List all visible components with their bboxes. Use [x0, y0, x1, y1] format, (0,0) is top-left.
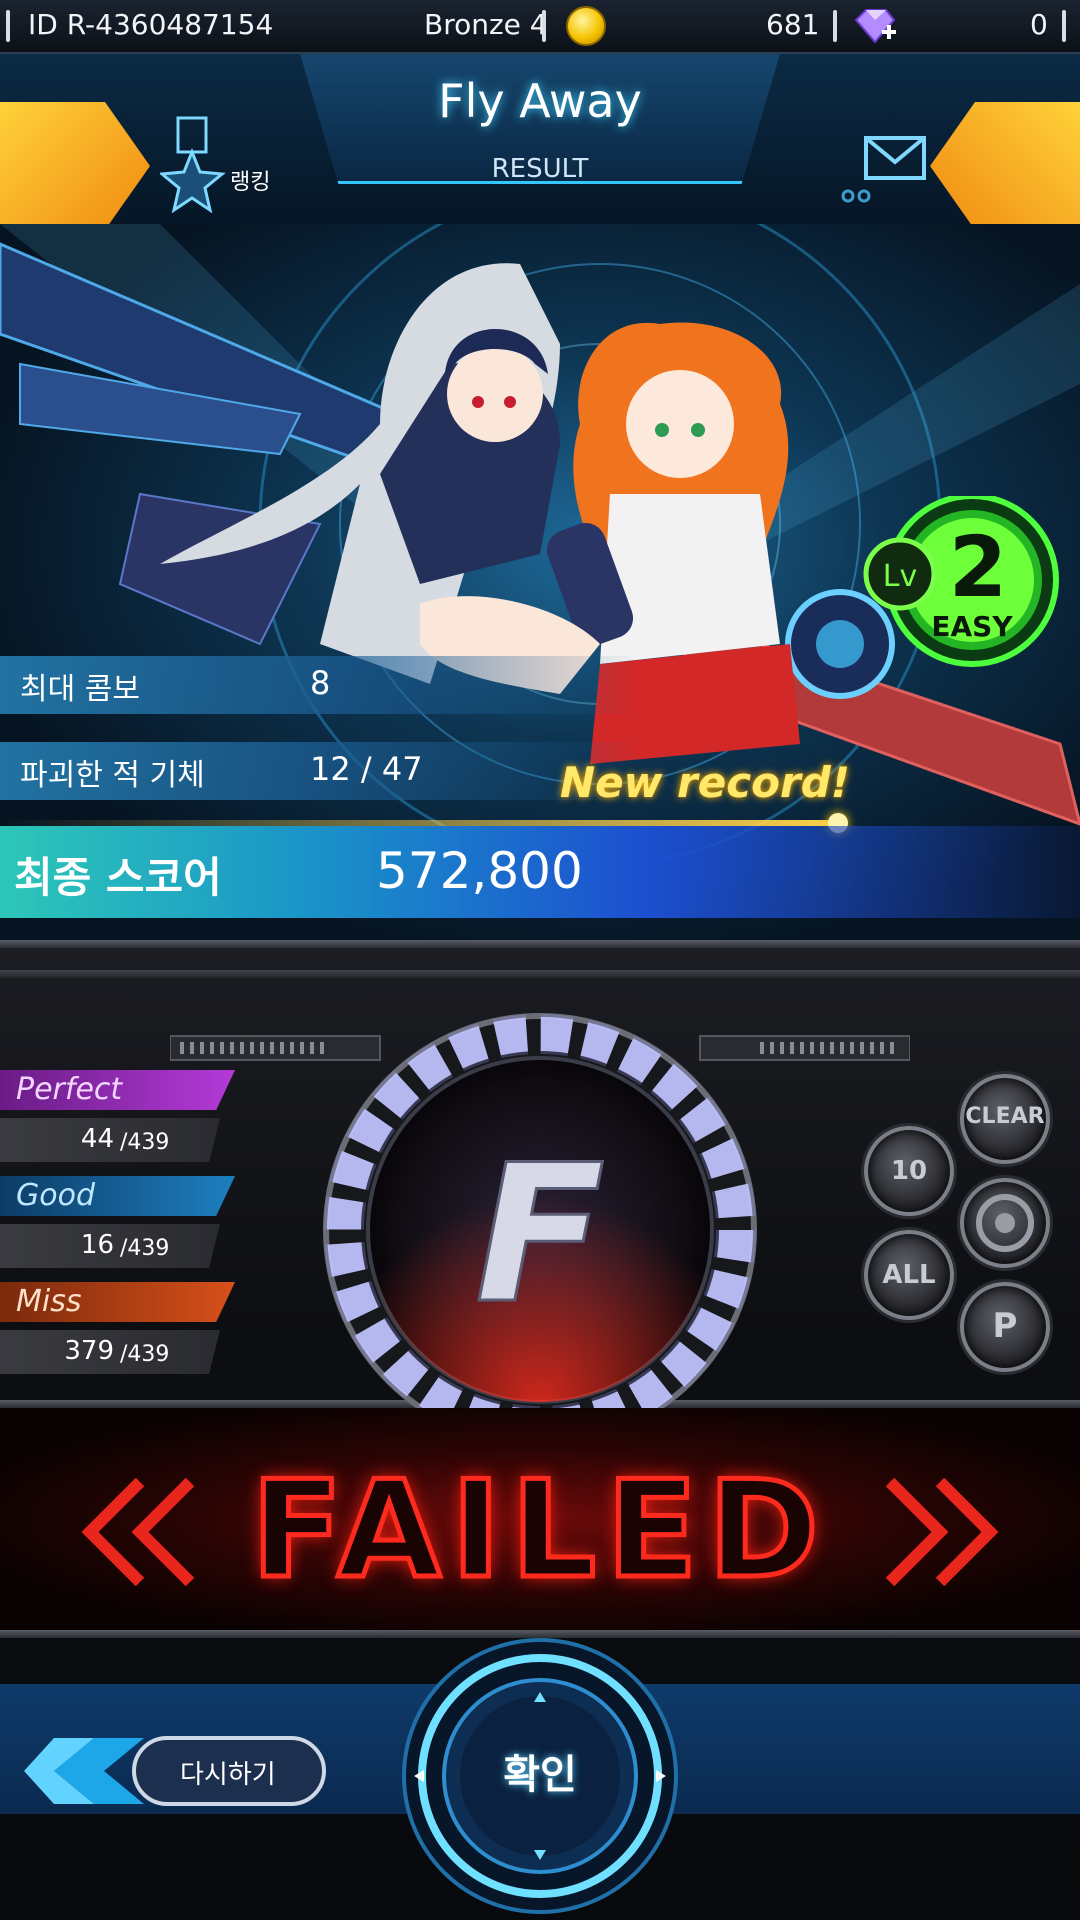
rail [0, 940, 1080, 948]
status-bar: ID R-4360487154 Bronze 4 681 0 [0, 0, 1080, 54]
total-notes: 439 [127, 1130, 170, 1155]
divider [6, 10, 10, 42]
perfect-tab: Perfect [0, 1070, 235, 1110]
gem-add-icon[interactable] [852, 6, 898, 46]
max-combo-row: 최대 콤보 8 [0, 656, 640, 714]
total-notes: 439 [127, 1236, 170, 1261]
divider [833, 10, 837, 42]
miss-total: /439 [120, 1342, 170, 1367]
gear-icon [976, 1194, 1034, 1252]
perfect-total: /439 [120, 1130, 170, 1155]
miss-label: Miss [16, 1284, 82, 1319]
grade-letter: F [475, 1124, 605, 1345]
result-header: Fly Away RESULT 랭킹 [0, 54, 1080, 230]
ten-filter-button[interactable]: 10 [864, 1126, 954, 1216]
max-combo-value: 8 [310, 664, 331, 702]
rail [0, 970, 1080, 978]
miss-count-box: 379 /439 [0, 1330, 220, 1374]
destroyed-label: 파괴한 적 기체 [20, 758, 205, 793]
good-total: /439 [120, 1236, 170, 1261]
perfect-label: Perfect [16, 1072, 123, 1107]
result-subtitle: RESULT [491, 154, 589, 184]
coin-count: 681 [766, 8, 820, 41]
song-title: Fly Away [438, 74, 642, 128]
perfect-count: 44 [80, 1124, 114, 1154]
retry-label: 다시하기 [180, 1760, 276, 1790]
good-count: 16 [80, 1230, 114, 1260]
total-notes: 439 [127, 1342, 170, 1367]
destroyed-row: 파괴한 적 기체 12 / 47 [0, 742, 640, 800]
header-wing-left [0, 102, 150, 230]
player-id: ID R-4360487154 [28, 8, 274, 41]
level-prefix: Lv [883, 559, 917, 594]
all-filter-button[interactable]: ALL [864, 1230, 954, 1320]
final-score-bar: 최종 스코어 572,800 [0, 826, 1080, 918]
all-label: ALL [882, 1260, 936, 1290]
retry-button[interactable] [24, 1734, 328, 1808]
confirm-label: 확인 [503, 1752, 577, 1798]
coin-icon [566, 6, 606, 46]
difficulty-label: EASY [931, 610, 1013, 643]
destroyed-value: 12 / 47 [310, 750, 423, 788]
grade-dial: F [323, 1013, 757, 1447]
good-count-box: 16 /439 [0, 1224, 220, 1268]
p-filter-button[interactable]: P [960, 1282, 1050, 1372]
ranking-button[interactable]: 랭킹 [158, 116, 310, 216]
divider [1062, 10, 1066, 42]
mail-button[interactable] [840, 116, 940, 216]
p-label: P [992, 1306, 1018, 1346]
level-badge: Lv 2 EASY [863, 496, 1059, 667]
good-tab: Good [0, 1176, 235, 1216]
ten-label: 10 [890, 1156, 928, 1186]
miss-tab: Miss [0, 1282, 235, 1322]
divider [542, 10, 546, 42]
mail-icon [841, 136, 926, 203]
miss-count: 379 [64, 1336, 114, 1366]
ranking-label: 랭킹 [230, 170, 271, 195]
clear-filter-button[interactable]: CLEAR [960, 1074, 1050, 1164]
new-record-label: New record! [560, 758, 850, 807]
tier-label: Bronze 4 [424, 8, 548, 41]
ranking-star-icon [158, 116, 226, 214]
clear-label: CLEAR [965, 1104, 1045, 1129]
perfect-count-box: 44 /439 [0, 1118, 220, 1162]
character-filter-button[interactable] [960, 1178, 1050, 1268]
gem-count: 0 [1030, 8, 1048, 41]
header-wing-right [930, 102, 1080, 230]
max-combo-label: 최대 콤보 [20, 672, 140, 707]
level-number: 2 [949, 518, 1007, 616]
final-score-label: 최종 스코어 [14, 853, 222, 902]
final-score-value: 572,800 [376, 842, 583, 900]
good-label: Good [16, 1178, 95, 1213]
failed-text: FAILED [249, 1450, 829, 1611]
